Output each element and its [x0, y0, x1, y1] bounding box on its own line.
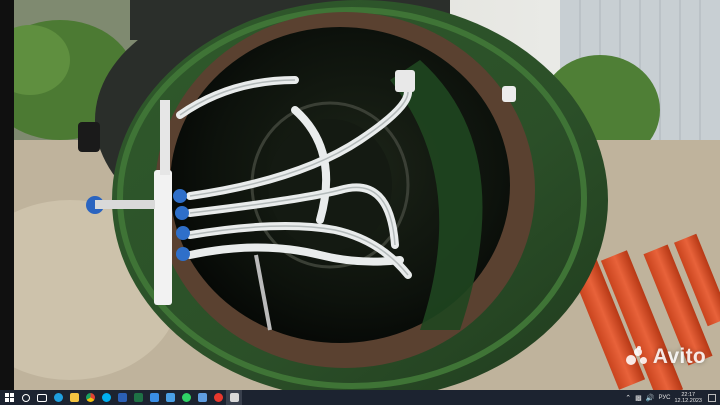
word-button[interactable]: [114, 390, 130, 405]
whatsapp-button[interactable]: [178, 390, 194, 405]
task-view-icon: [37, 393, 47, 402]
clock-date: 12.12.2023: [674, 397, 702, 404]
chrome-button[interactable]: [82, 390, 98, 405]
edge-icon: [53, 393, 63, 402]
avito-logo-icon: [625, 346, 648, 368]
task-view-button[interactable]: [34, 390, 50, 405]
store-button[interactable]: [146, 390, 162, 405]
media-player-button[interactable]: [226, 390, 242, 405]
skype-icon: [101, 393, 111, 402]
excel-icon: [133, 393, 143, 402]
volume-icon[interactable]: 🔊: [646, 394, 655, 402]
windows-logo-icon: [4, 393, 14, 402]
avito-watermark: Avito: [625, 345, 706, 369]
search-icon: [22, 393, 30, 402]
word-icon: [117, 393, 127, 402]
search-button[interactable]: [18, 390, 34, 405]
file-explorer-icon: [69, 393, 79, 402]
mail-icon: [165, 393, 175, 402]
photo: Avito: [0, 0, 720, 390]
edge-button[interactable]: [50, 390, 66, 405]
photos-button[interactable]: [194, 390, 210, 405]
yandex-button[interactable]: [210, 390, 226, 405]
avito-watermark-text: Avito: [652, 345, 706, 368]
skype-button[interactable]: [98, 390, 114, 405]
chevron-up-icon[interactable]: ⌃: [625, 394, 631, 402]
taskbar: ⌃ ▩ 🔊 РУС 22:17 12.12.2023: [0, 390, 720, 405]
yandex-icon: [213, 393, 223, 402]
media-player-icon: [229, 393, 239, 402]
store-icon: [149, 393, 159, 402]
notification-icon[interactable]: [708, 393, 716, 402]
file-explorer-button[interactable]: [66, 390, 82, 405]
whatsapp-icon: [181, 393, 191, 402]
start-button[interactable]: [0, 390, 18, 405]
clock[interactable]: 22:17 12.12.2023: [674, 392, 702, 404]
mail-button[interactable]: [162, 390, 178, 405]
excel-button[interactable]: [130, 390, 146, 405]
network-icon[interactable]: ▩: [635, 394, 642, 402]
chrome-icon: [85, 393, 95, 402]
language-indicator[interactable]: РУС: [658, 395, 670, 401]
photos-icon: [197, 393, 207, 402]
septic-tank-photo: [0, 0, 720, 390]
system-tray: ⌃ ▩ 🔊 РУС 22:17 12.12.2023: [623, 390, 720, 405]
